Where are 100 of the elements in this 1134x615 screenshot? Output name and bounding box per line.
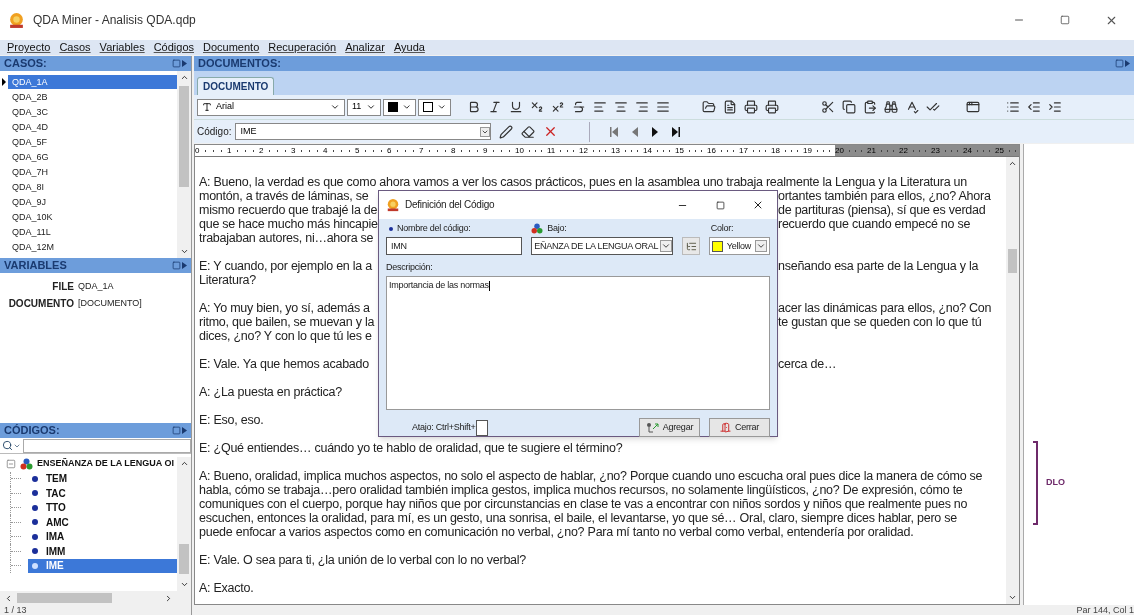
highlight-color-select[interactable] <box>418 98 451 116</box>
cut-icon[interactable] <box>821 100 835 114</box>
scroll-thumb[interactable] <box>1008 248 1017 273</box>
arrow-right-icon[interactable] <box>1125 60 1130 67</box>
font-select[interactable]: Arial <box>197 98 345 116</box>
scroll-down-icon[interactable] <box>1008 593 1017 602</box>
bullet-list-icon[interactable] <box>1006 100 1020 114</box>
scroll-down-icon[interactable] <box>179 247 189 256</box>
menu-item[interactable]: Variables <box>99 39 145 56</box>
close-icon[interactable] <box>752 199 764 211</box>
code-item[interactable]: IMM <box>28 544 177 558</box>
previous-icon[interactable] <box>630 125 641 138</box>
justify-icon[interactable] <box>656 100 670 114</box>
printer-icon[interactable] <box>744 100 758 114</box>
menu-item[interactable]: Códigos <box>153 39 194 56</box>
menu-item[interactable]: Documento <box>203 39 260 56</box>
arrow-right-icon[interactable] <box>182 60 187 67</box>
print-preview-icon[interactable] <box>765 100 779 114</box>
maximize-icon[interactable] <box>1060 15 1070 25</box>
menu-item[interactable]: Casos <box>59 39 91 56</box>
search-field[interactable] <box>23 438 191 453</box>
horizontal-scrollbar[interactable] <box>0 591 191 605</box>
scrollbar[interactable] <box>177 457 191 591</box>
case-item[interactable]: QDA_10K <box>8 209 177 224</box>
properties-icon[interactable] <box>966 100 980 114</box>
case-item[interactable]: QDA_12M <box>8 239 177 254</box>
bold-icon[interactable] <box>467 100 481 114</box>
dropdown-caret-icon[interactable] <box>330 102 340 112</box>
dropdown-caret-icon[interactable] <box>366 102 376 112</box>
case-item[interactable]: QDA_7H <box>8 164 177 179</box>
superscript-icon[interactable] <box>551 100 565 114</box>
scroll-down-icon[interactable] <box>179 580 189 589</box>
maximize-icon[interactable] <box>715 200 725 210</box>
scroll-thumb[interactable] <box>179 86 189 187</box>
scroll-right-icon[interactable] <box>164 593 173 603</box>
code-name-field[interactable]: IMN <box>386 237 523 255</box>
align-center-icon[interactable] <box>614 100 628 114</box>
scroll-up-icon[interactable] <box>179 459 189 468</box>
scrollbar[interactable] <box>177 71 191 258</box>
document-tab[interactable]: DOCUMENTO <box>197 77 275 95</box>
document-icon[interactable] <box>723 100 737 114</box>
search-icon[interactable] <box>2 440 13 451</box>
indent-icon[interactable] <box>1048 100 1062 114</box>
menu-item[interactable]: Ayuda <box>393 39 425 56</box>
dropdown-caret-icon[interactable] <box>401 102 411 112</box>
spelling-icon[interactable] <box>905 100 919 114</box>
code-marker-label[interactable]: DLO <box>1046 476 1065 490</box>
description-field[interactable]: Importancia de las normas <box>386 276 770 410</box>
code-item[interactable]: AMC <box>28 515 177 529</box>
folder-icon[interactable] <box>702 100 716 114</box>
italic-icon[interactable] <box>488 100 502 114</box>
add-button[interactable]: Agregar <box>639 418 700 437</box>
tree-icon[interactable] <box>685 240 697 252</box>
case-item[interactable]: QDA_2B <box>8 89 177 104</box>
code-item[interactable]: IME <box>28 558 177 573</box>
scroll-thumb[interactable] <box>17 593 112 603</box>
code-item[interactable]: TEM <box>28 471 177 486</box>
arrow-right-icon[interactable] <box>182 427 187 434</box>
color-select[interactable]: Yellow <box>708 237 770 255</box>
text-color-select[interactable] <box>383 98 416 116</box>
scrollbar[interactable] <box>1006 157 1019 604</box>
code-select[interactable]: IME <box>235 123 492 140</box>
outdent-icon[interactable] <box>1027 100 1041 114</box>
subscript-icon[interactable] <box>530 100 544 114</box>
dropdown-caret-icon[interactable] <box>660 240 673 252</box>
case-item[interactable]: QDA_5F <box>8 134 177 149</box>
case-item[interactable]: QDA_4D <box>8 119 177 134</box>
case-item[interactable]: QDA_1A <box>8 74 177 89</box>
spellcheck-icon[interactable] <box>926 100 940 114</box>
last-icon[interactable] <box>670 125 681 138</box>
copy-icon[interactable] <box>842 100 856 114</box>
parent-code-select[interactable]: EÑANZA DE LA LENGUA ORAL <box>531 237 674 255</box>
close-dialog-button[interactable]: Cerrar <box>709 418 770 437</box>
case-item[interactable]: QDA_6G <box>8 149 177 164</box>
scroll-up-icon[interactable] <box>1008 159 1017 168</box>
pen-icon[interactable] <box>499 124 514 139</box>
menu-item[interactable]: Proyecto <box>7 39 51 56</box>
shortcut-field[interactable] <box>475 419 488 436</box>
code-item[interactable]: IMA <box>28 529 177 544</box>
underline-icon[interactable] <box>509 100 523 114</box>
code-item[interactable]: TTO <box>28 500 177 515</box>
code-item[interactable]: TAC <box>28 486 177 500</box>
menu-item[interactable]: Analizar <box>345 39 385 56</box>
first-icon[interactable] <box>610 125 621 138</box>
scroll-thumb[interactable] <box>179 544 189 574</box>
scroll-left-icon[interactable] <box>4 593 13 603</box>
eraser-icon[interactable] <box>521 124 536 139</box>
case-item[interactable]: QDA_8I <box>8 179 177 194</box>
dropdown-caret-icon[interactable] <box>755 240 767 252</box>
paste-icon[interactable] <box>863 100 877 114</box>
scroll-up-icon[interactable] <box>179 73 189 82</box>
align-left-icon[interactable] <box>593 100 607 114</box>
menu-item[interactable]: Recuperación <box>268 39 337 56</box>
case-item[interactable]: QDA_9J <box>8 194 177 209</box>
binoculars-icon[interactable] <box>884 100 898 114</box>
code-group-label[interactable]: ENSEÑANZA DE LA LENGUA OI <box>37 457 174 471</box>
case-item[interactable]: QDA_11L <box>8 224 177 239</box>
case-item[interactable]: QDA_3C <box>8 104 177 119</box>
dropdown-caret-icon[interactable] <box>480 126 491 137</box>
size-select[interactable]: 11 <box>347 98 381 116</box>
